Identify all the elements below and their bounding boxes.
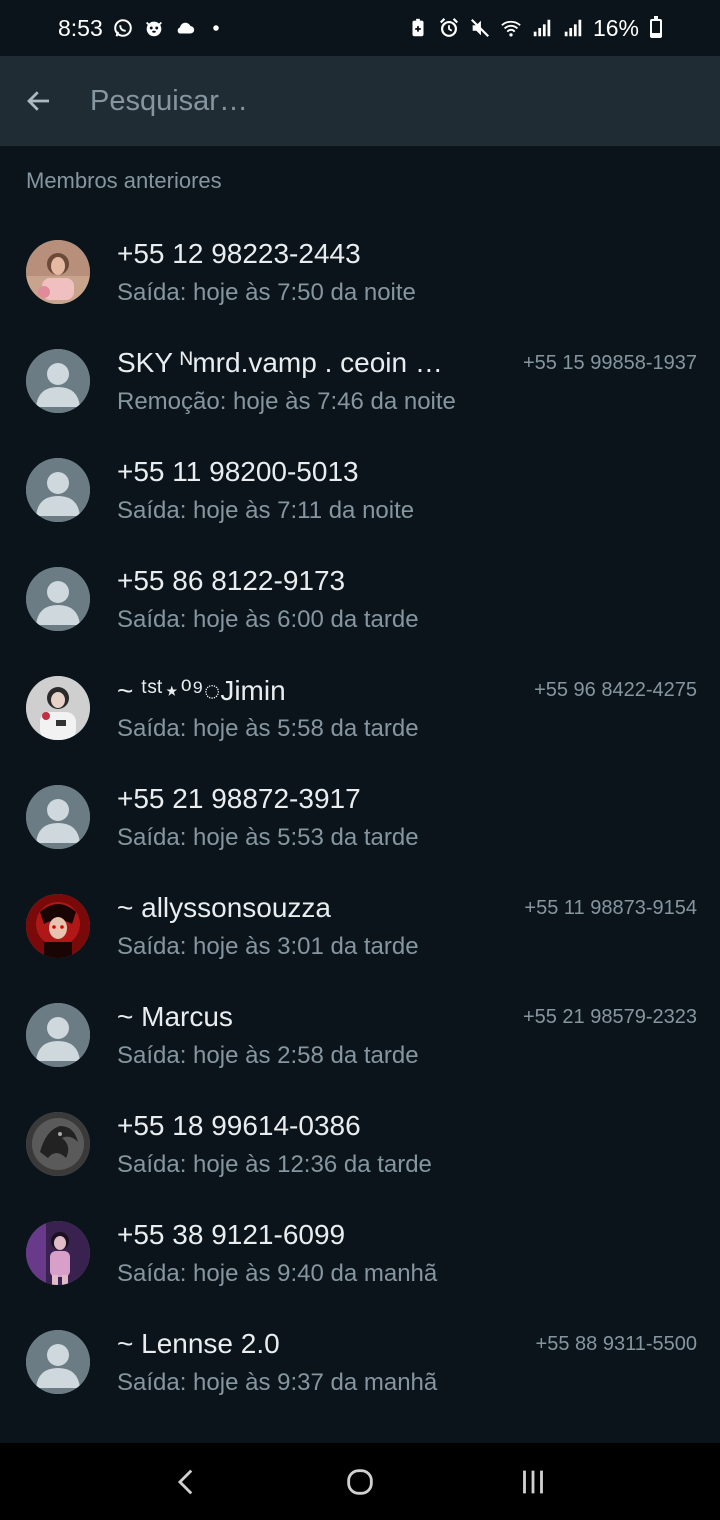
member-status: Saída: hoje às 9:40 da manhã — [117, 1260, 438, 1287]
member-status: Saída: hoje às 5:53 da tarde — [117, 824, 419, 851]
whatsapp-icon — [112, 17, 134, 39]
nav-recents-button[interactable] — [503, 1452, 563, 1512]
member-row[interactable]: ~ allyssonsouzza Saída: hoje às 3:01 da t… — [0, 872, 720, 981]
status-bar: 8:53 16% — [0, 0, 720, 56]
nav-back-button[interactable] — [157, 1452, 217, 1512]
member-phone: +55 21 98579-2323 — [522, 1006, 697, 1028]
avatar-photo[interactable] — [26, 676, 90, 740]
default-person-icon[interactable] — [26, 1330, 90, 1394]
back-button[interactable] — [0, 56, 78, 146]
notification-dot-icon — [205, 17, 227, 39]
battery-icon — [650, 15, 662, 38]
member-status: Saída: hoje às 6:00 da tarde — [117, 606, 419, 633]
member-name: ~ allyssonsouzza — [117, 892, 332, 923]
recents-icon — [523, 1470, 544, 1493]
member-name: +55 18 99614-0386 — [117, 1110, 361, 1141]
mute-icon — [469, 17, 491, 39]
member-name: ~ Marcus — [117, 1001, 233, 1032]
member-row[interactable]: +55 18 99614-0386 Saída: hoje às 12:36 da… — [0, 1090, 720, 1199]
member-row[interactable]: +55 38 9121-6099 Saída: hoje às 9:40 da m… — [0, 1199, 720, 1308]
system-nav-bar — [0, 1443, 720, 1520]
wifi-icon — [500, 17, 522, 39]
avatar-photo[interactable] — [26, 1112, 90, 1176]
battery-saver-icon — [407, 17, 429, 39]
member-row[interactable]: +55 12 98223-2443 Saída: hoje às 7:50 da … — [0, 218, 720, 327]
default-person-icon[interactable] — [26, 349, 90, 413]
avatar-photo[interactable] — [26, 1221, 90, 1285]
member-status: Remoção: hoje às 7:46 da noite — [117, 388, 456, 415]
home-circle-icon — [347, 1468, 373, 1495]
member-status: Saída: hoje às 5:58 da tarde — [117, 715, 419, 742]
member-status: Saída: hoje às 7:11 da noite — [117, 497, 415, 524]
member-row[interactable]: ~ Marcus Saída: hoje às 2:58 da tarde +55 … — [0, 981, 720, 1090]
default-person-icon[interactable] — [26, 458, 90, 522]
battery-percent: 16% — [592, 14, 639, 41]
member-phone: +55 15 99858-1937 — [522, 352, 697, 374]
search-header — [0, 56, 720, 146]
member-phone: +55 11 98873-9154 — [524, 897, 697, 919]
status-left: 8:53 — [58, 15, 227, 42]
member-row[interactable]: ~ ᵗˢᵗ⋆⁰⁹◌Jimin Saída: hoje às 5:58 da tar… — [0, 654, 720, 763]
arrow-left-icon — [27, 91, 49, 111]
signal-icon-2 — [562, 17, 584, 39]
default-person-icon[interactable] — [26, 1003, 90, 1067]
member-name: +55 86 8122-9173 — [117, 565, 346, 596]
member-name: +55 11 98200-5013 — [117, 456, 359, 487]
pet-app-icon — [143, 17, 165, 39]
member-row[interactable]: +55 21 98872-3917 Saída: hoje às 5:53 da … — [0, 763, 720, 872]
cloud-icon — [174, 17, 196, 39]
member-phone: +55 88 9311-5500 — [535, 1333, 697, 1355]
member-name: +55 38 9121-6099 — [117, 1219, 346, 1250]
member-name: SKY ᴺmrd.vamp . ceoin … — [117, 347, 443, 378]
section-title: Membros anteriores — [26, 168, 222, 193]
member-row[interactable]: SKY ᴺmrd.vamp . ceoin … Remoção: hoje às … — [0, 327, 720, 436]
member-list: +55 12 98223-2443 Saída: hoje às 7:50 da … — [0, 218, 720, 1417]
search-input[interactable] — [90, 71, 720, 131]
member-status: Saída: hoje às 3:01 da tarde — [117, 933, 419, 960]
member-status: Saída: hoje às 9:37 da manhã — [117, 1369, 438, 1396]
status-right: 16% — [407, 15, 662, 42]
status-time: 8:53 — [58, 14, 103, 41]
member-row[interactable]: +55 86 8122-9173 Saída: hoje às 6:00 da t… — [0, 545, 720, 654]
nav-home-button[interactable] — [330, 1452, 390, 1512]
member-status: Saída: hoje às 2:58 da tarde — [117, 1042, 419, 1069]
member-status: Saída: hoje às 12:36 da tarde — [117, 1151, 432, 1178]
avatar-photo[interactable] — [26, 240, 90, 304]
avatar-photo[interactable] — [26, 894, 90, 958]
member-name: +55 12 98223-2443 — [117, 238, 361, 269]
member-phone: +55 96 8422-4275 — [534, 679, 697, 701]
member-status: Saída: hoje às 7:50 da noite — [117, 279, 416, 306]
member-row[interactable]: +55 11 98200-5013 Saída: hoje às 7:11 da … — [0, 436, 720, 545]
member-name: ~ Lennse 2.0 — [117, 1328, 280, 1359]
chevron-left-icon — [177, 1469, 192, 1494]
member-row[interactable]: ~ Lennse 2.0 Saída: hoje às 9:37 da manhã… — [0, 1308, 720, 1417]
default-person-icon[interactable] — [26, 567, 90, 631]
default-person-icon[interactable] — [26, 785, 90, 849]
member-name: ~ ᵗˢᵗ⋆⁰⁹◌Jimin — [117, 675, 286, 706]
signal-icon-1 — [531, 17, 553, 39]
member-name: +55 21 98872-3917 — [117, 783, 361, 814]
alarm-icon — [438, 17, 460, 39]
